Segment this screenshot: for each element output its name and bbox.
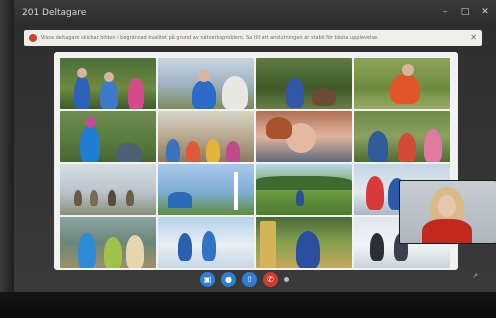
expand-icon[interactable]: ↗ xyxy=(472,272,478,280)
quality-warning-banner: Vissa deltagare skickar bilden i begräns… xyxy=(24,30,482,46)
monitor-logo xyxy=(232,303,268,312)
warning-icon xyxy=(29,34,37,42)
participant-tile[interactable] xyxy=(354,111,450,162)
participant-video-grid xyxy=(54,52,458,270)
participant-tile[interactable] xyxy=(60,217,156,268)
banner-close-button[interactable]: ✕ xyxy=(470,33,477,43)
minimize-button[interactable]: – xyxy=(440,7,450,17)
monitor-bezel-bottom xyxy=(0,292,496,318)
participant-tile[interactable] xyxy=(158,164,254,215)
banner-text: Vissa deltagare skickar bilden i begräns… xyxy=(41,35,379,41)
participant-tile[interactable] xyxy=(256,58,352,109)
participant-tile[interactable] xyxy=(256,217,352,268)
close-button[interactable]: ✕ xyxy=(480,7,490,17)
self-view-video[interactable] xyxy=(399,180,496,244)
call-control-bar: ▣ ● ⇧ ✆ xyxy=(200,271,289,287)
participant-tile[interactable] xyxy=(158,217,254,268)
participant-tile[interactable] xyxy=(354,58,450,109)
participant-tile[interactable] xyxy=(60,164,156,215)
maximize-button[interactable]: □ xyxy=(460,7,470,17)
self-view-face xyxy=(438,195,456,217)
participant-tile[interactable] xyxy=(60,111,156,162)
video-call-window: 201 Deltagare – □ ✕ Vissa deltagare skic… xyxy=(14,0,496,292)
hang-up-button[interactable]: ✆ xyxy=(263,271,278,287)
self-view-body xyxy=(422,219,472,243)
window-controls: – □ ✕ xyxy=(440,7,490,17)
participant-tile[interactable] xyxy=(60,58,156,109)
participant-count-title: 201 Deltagare xyxy=(22,8,87,18)
share-screen-button[interactable]: ⇧ xyxy=(242,271,257,287)
more-options-button[interactable] xyxy=(284,276,289,282)
microphone-button[interactable]: ● xyxy=(221,271,236,287)
participant-tile[interactable] xyxy=(256,164,352,215)
title-bar: 201 Deltagare – □ ✕ xyxy=(14,0,496,28)
participant-tile[interactable] xyxy=(158,58,254,109)
participant-tile[interactable] xyxy=(256,111,352,162)
monitor-bezel-left xyxy=(0,0,14,318)
camera-button[interactable]: ▣ xyxy=(200,271,215,287)
participant-tile[interactable] xyxy=(158,111,254,162)
